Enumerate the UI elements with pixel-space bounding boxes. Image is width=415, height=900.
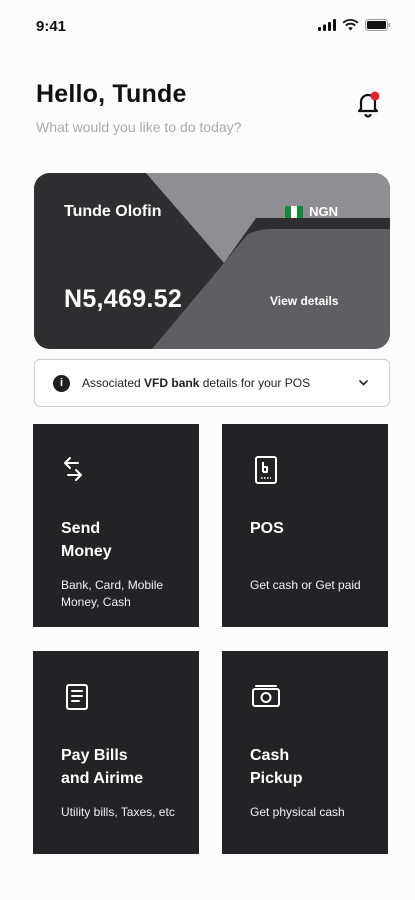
cash-pickup-description: Get physical cash	[250, 805, 345, 819]
account-balance: N5,469.52	[64, 285, 183, 313]
greeting-title: Hello, Tunde	[36, 80, 187, 108]
pos-description: Get cash or Get paid	[250, 578, 361, 592]
pos-title: POS	[250, 520, 284, 537]
cash-pickup-title: Cash Pickup	[250, 747, 303, 787]
pay-bills-title: Pay Bills and Airime	[61, 747, 144, 787]
vfd-bank-details-text: Associated VFD bank details for your POS	[82, 376, 310, 390]
send-money-description: Bank, Card, Mobile Money, Cash	[61, 578, 164, 609]
currency-badge[interactable]: NGN	[285, 204, 338, 219]
chevron-down-icon	[359, 380, 368, 386]
info-text-prefix: Associated	[82, 376, 145, 390]
pay-bills-tile[interactable]: Pay Bills and Airime Utility bills, Taxe…	[33, 651, 199, 854]
account-name: Tunde Olofin	[64, 203, 162, 220]
cash-note-icon	[252, 685, 280, 707]
nigeria-flag-icon	[285, 205, 304, 218]
status-icons	[318, 19, 391, 31]
view-details-link[interactable]: View details	[270, 294, 338, 308]
info-text-bank: VFD bank	[144, 376, 200, 390]
card-background-shapes	[34, 173, 390, 349]
cellular-signal-icon	[318, 19, 336, 31]
greeting-subtitle: What would you like to do today?	[36, 119, 242, 135]
battery-icon	[365, 19, 391, 31]
vfd-bank-details-dropdown[interactable]: i Associated VFD bank details for your P…	[34, 359, 390, 407]
send-money-tile[interactable]: Send Money Bank, Card, Mobile Money, Cas…	[33, 424, 199, 627]
currency-code: NGN	[309, 204, 338, 219]
status-time: 9:41	[36, 18, 67, 35]
balance-card[interactable]: Tunde Olofin NGN N5,469.52 View details	[34, 173, 390, 349]
status-bar: 9:41	[0, 0, 415, 50]
greeting-section: Hello, Tunde What would you like to do t…	[36, 80, 241, 135]
wifi-icon	[342, 19, 359, 31]
send-money-title: Send Money	[61, 520, 112, 560]
notification-bell-icon[interactable]	[354, 89, 382, 119]
transfer-arrows-icon	[64, 457, 82, 481]
info-text-suffix: details for your POS	[199, 376, 311, 390]
pos-tile[interactable]: POS Get cash or Get paid	[222, 424, 388, 627]
pos-terminal-icon	[255, 456, 277, 484]
bill-document-icon	[66, 684, 88, 710]
cash-pickup-tile[interactable]: Cash Pickup Get physical cash	[222, 651, 388, 854]
notification-dot	[370, 91, 380, 101]
pay-bills-description: Utility bills, Taxes, etc	[61, 805, 175, 819]
info-icon: i	[53, 374, 70, 392]
